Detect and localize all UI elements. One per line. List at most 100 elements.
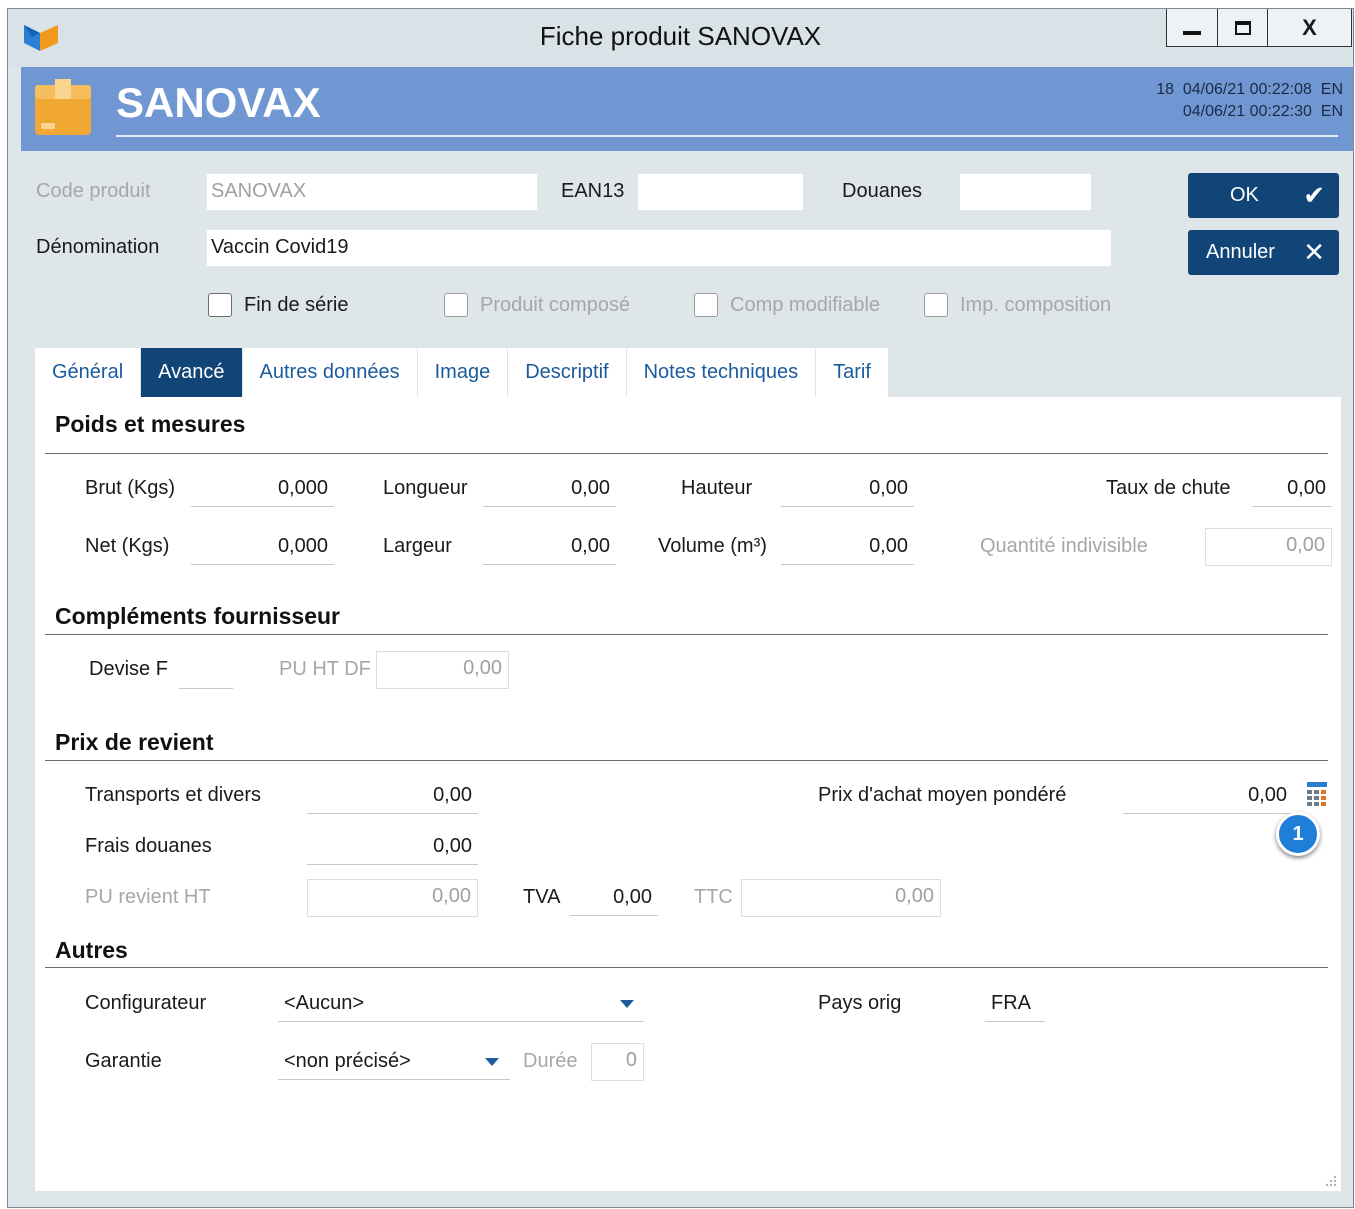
pu-ht-df-field[interactable]: 0,00 (376, 651, 509, 689)
close-icon: X (1302, 14, 1317, 40)
section-divider (45, 453, 1328, 454)
revient-section-title: Prix de revient (55, 729, 214, 755)
pu-revient-field[interactable]: 0,00 (307, 879, 478, 917)
title-bar[interactable]: Fiche produit SANOVAX X (8, 9, 1353, 67)
ean13-label: EAN13 (561, 180, 625, 202)
pu-revient-label: PU revient HT (85, 886, 211, 908)
configurateur-value: <Aucun> (284, 992, 365, 1014)
fin-de-serie-label: Fin de série (244, 293, 349, 316)
ttc-label: TTC (694, 886, 733, 908)
product-name-heading: SANOVAX (116, 79, 321, 126)
section-divider (45, 634, 1328, 635)
duree-field[interactable]: 0 (591, 1043, 644, 1081)
douanes-label: Douanes (842, 180, 923, 202)
tab-bar: Général Avancé Autres données Image Desc… (35, 348, 889, 397)
configurateur-select[interactable]: <Aucun> (278, 988, 644, 1022)
pamp-label: Prix d'achat moyen pondéré (818, 784, 1067, 806)
box-icon (35, 79, 91, 135)
minimize-button[interactable] (1166, 9, 1218, 47)
dropdown-arrow-icon[interactable] (485, 1058, 499, 1066)
configurateur-label: Configurateur (85, 992, 207, 1014)
notification-badge[interactable]: 1 (1276, 812, 1320, 856)
brut-label: Brut (Kgs) (85, 477, 176, 499)
devise-field[interactable] (179, 655, 233, 689)
tab-avance[interactable]: Avancé (141, 348, 243, 397)
pu-ht-df-label: PU HT DF (279, 658, 371, 680)
net-field[interactable]: 0,000 (191, 531, 334, 565)
garantie-value: <non précisé> (284, 1050, 411, 1072)
calculator-icon[interactable] (1305, 782, 1329, 808)
denomination-label: Dénomination (36, 236, 160, 258)
hauteur-field[interactable]: 0,00 (781, 473, 914, 507)
comp-modifiable-label: Comp modifiable (730, 293, 881, 316)
comp-modifiable-checkbox[interactable]: Comp modifiable (694, 293, 880, 317)
header-divider (116, 135, 1338, 137)
douanes-field[interactable] (960, 174, 1091, 210)
volume-field[interactable]: 0,00 (781, 531, 914, 565)
hauteur-label: Hauteur (681, 477, 753, 499)
frais-douanes-label: Frais douanes (85, 835, 212, 857)
maximize-icon (1234, 20, 1251, 35)
checkbox-box (208, 293, 232, 317)
transports-label: Transports et divers (85, 784, 261, 806)
pamp-field[interactable]: 0,00 (1123, 780, 1293, 814)
imp-composition-label: Imp. composition (960, 293, 1112, 316)
header-metadata: 18 04/06/21 00:22:08 EN 04/06/21 00:22:3… (1156, 79, 1343, 123)
transports-field[interactable]: 0,00 (307, 780, 478, 814)
qte-indivisible-label: Quantité indivisible (980, 535, 1148, 557)
largeur-label: Largeur (383, 535, 452, 557)
tab-general[interactable]: Général (35, 348, 142, 397)
resize-grip-icon[interactable] (1323, 1173, 1337, 1187)
qte-indivisible-field[interactable]: 0,00 (1205, 528, 1332, 566)
code-produit-label: Code produit (36, 180, 151, 202)
check-icon: ✔ (1303, 180, 1325, 210)
meta-line-1: 18 04/06/21 00:22:08 EN (1156, 81, 1343, 98)
close-icon: ✕ (1303, 237, 1325, 267)
volume-label: Volume (m³) (658, 535, 767, 557)
window-title: Fiche produit SANOVAX (539, 21, 822, 51)
largeur-field[interactable]: 0,00 (483, 531, 616, 565)
taux-chute-label: Taux de chute (1106, 477, 1231, 499)
tab-descriptif[interactable]: Descriptif (508, 348, 627, 397)
garantie-label: Garantie (85, 1050, 162, 1072)
annuler-button-label: Annuler (1206, 241, 1275, 263)
pays-orig-label: Pays orig (818, 992, 902, 1014)
avance-panel: Poids et mesures Brut (Kgs) 0,000 Longue… (35, 397, 1341, 1191)
checkbox-box (444, 293, 468, 317)
imp-composition-checkbox[interactable]: Imp. composition (924, 293, 1111, 317)
close-button[interactable]: X (1268, 9, 1352, 47)
ean13-field[interactable] (638, 174, 803, 210)
tva-field[interactable]: 0,00 (570, 882, 658, 916)
autres-section-title: Autres (55, 937, 128, 963)
fournisseur-section-title: Compléments fournisseur (55, 603, 340, 629)
maximize-button[interactable] (1218, 9, 1268, 47)
ok-button[interactable]: OK ✔ (1188, 173, 1339, 218)
tab-image[interactable]: Image (417, 348, 509, 397)
denomination-field[interactable]: Vaccin Covid19 (207, 230, 1111, 266)
pays-orig-field[interactable]: FRA (985, 988, 1045, 1022)
code-produit-field[interactable]: SANOVAX (207, 174, 537, 210)
longueur-field[interactable]: 0,00 (483, 473, 616, 507)
net-label: Net (Kgs) (85, 535, 170, 557)
tab-autres-donnees[interactable]: Autres données (242, 348, 418, 397)
dropdown-arrow-icon[interactable] (620, 1000, 634, 1008)
produit-compose-checkbox[interactable]: Produit composé (444, 293, 630, 317)
garantie-select[interactable]: <non précisé> (278, 1046, 510, 1080)
tab-notes-techniques[interactable]: Notes techniques (626, 348, 817, 397)
checkbox-box (924, 293, 948, 317)
ttc-field[interactable]: 0,00 (741, 879, 941, 917)
product-window: Fiche produit SANOVAX X SANOVAX 18 04/06… (7, 8, 1354, 1208)
produit-compose-label: Produit composé (480, 293, 631, 316)
fin-de-serie-checkbox[interactable]: Fin de série (208, 293, 349, 317)
meta-line-2: 04/06/21 00:22:30 EN (1182, 103, 1343, 120)
brut-field[interactable]: 0,000 (191, 473, 334, 507)
tab-tarif[interactable]: Tarif (816, 348, 889, 397)
section-divider (45, 967, 1328, 968)
devise-label: Devise F (89, 658, 168, 680)
duree-label: Durée (523, 1050, 578, 1072)
poids-section-title: Poids et mesures (55, 411, 246, 437)
frais-douanes-field[interactable]: 0,00 (307, 831, 478, 865)
annuler-button[interactable]: Annuler ✕ (1188, 230, 1339, 275)
taux-chute-field[interactable]: 0,00 (1252, 473, 1332, 507)
minimize-icon (1183, 30, 1201, 35)
